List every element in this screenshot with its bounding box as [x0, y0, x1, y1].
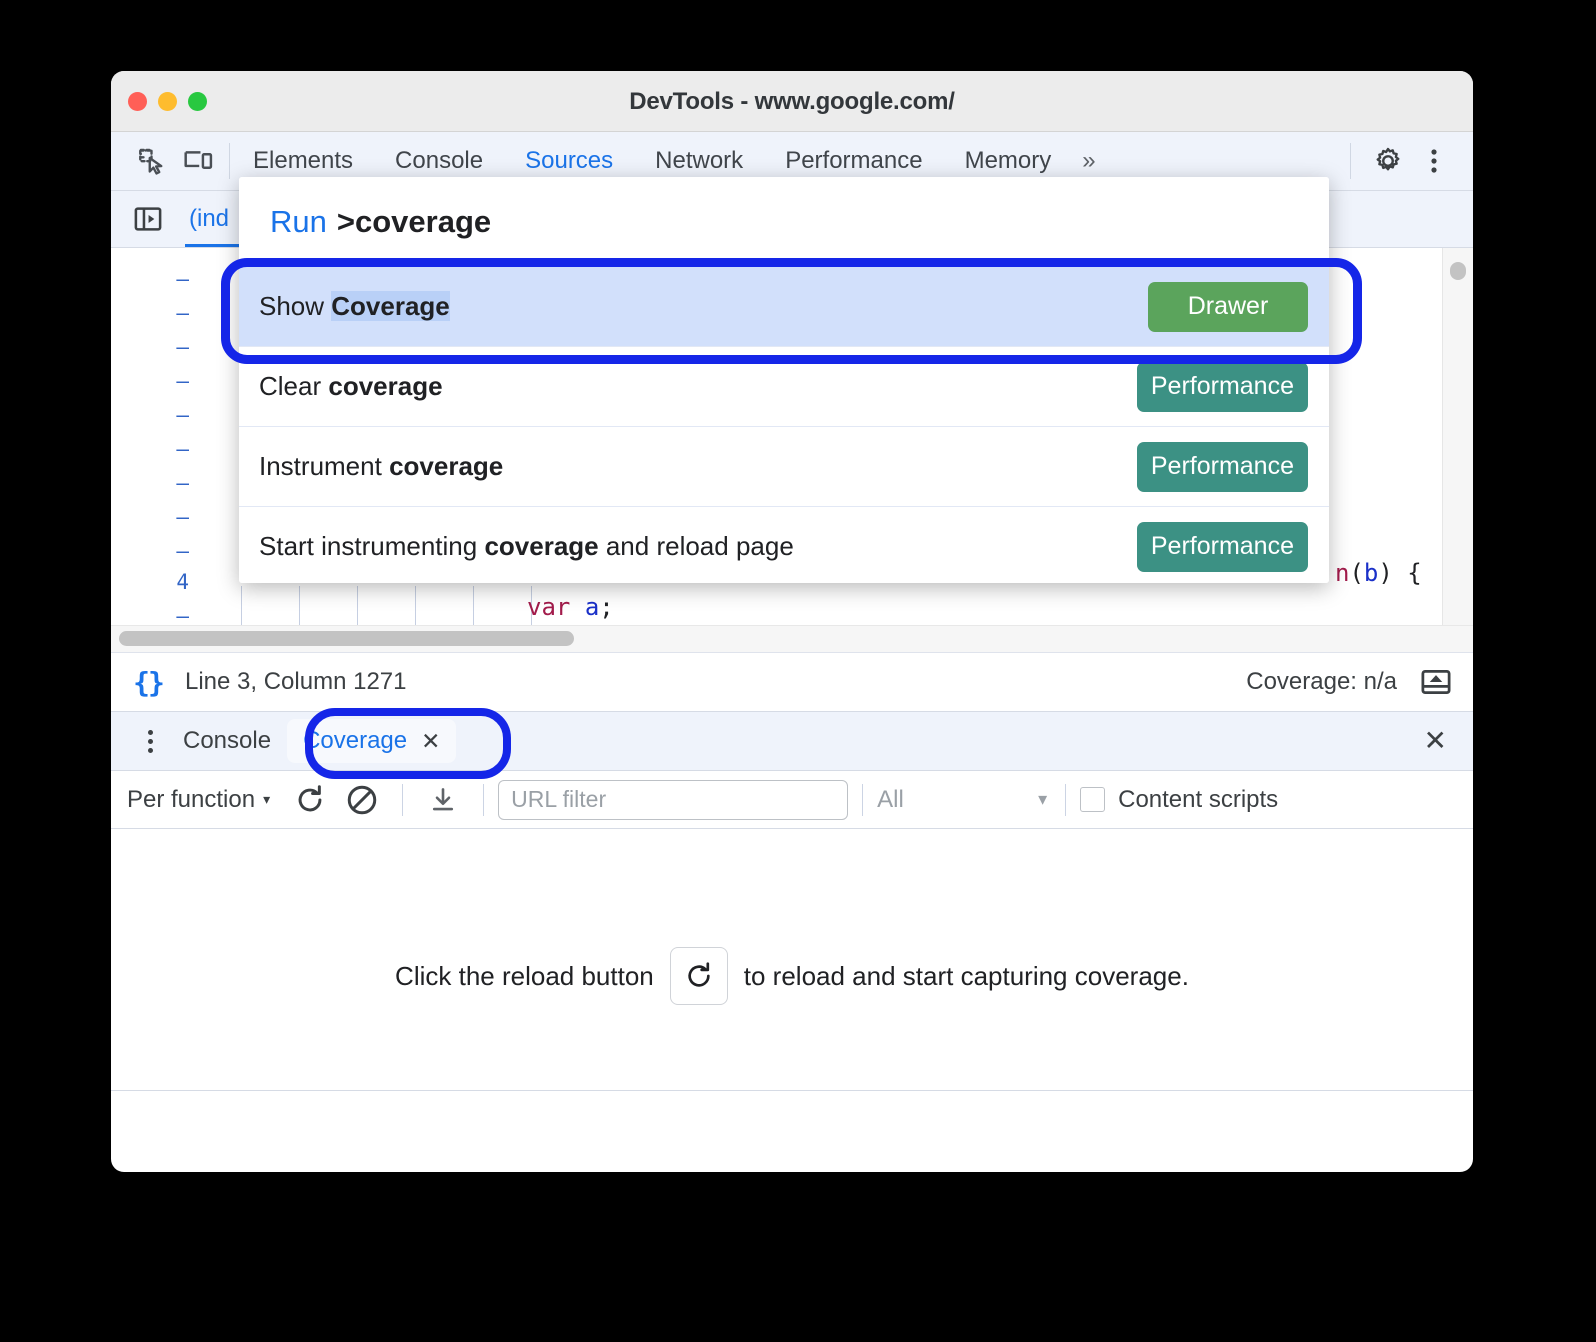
toolbar-divider: [229, 143, 230, 179]
more-options-icon[interactable]: [1411, 139, 1457, 183]
drawer-tab-coverage-label: Coverage: [303, 727, 408, 754]
command-row-highlight: coverage: [328, 371, 443, 401]
status-bar-right: Coverage: n/a: [1246, 667, 1473, 697]
indent-guide: [241, 586, 242, 625]
command-row-show-coverage[interactable]: Show Coverage Drawer: [239, 266, 1329, 346]
file-tab-index[interactable]: (ind: [185, 191, 276, 247]
coverage-type-filter-value: All: [877, 785, 904, 813]
command-row-badge: Performance: [1136, 441, 1308, 492]
more-tools-kebab-icon[interactable]: [133, 724, 167, 758]
gutter-line: –: [176, 471, 189, 495]
window-title: DevTools - www.google.com/: [629, 88, 955, 115]
drawer-tab-console[interactable]: Console: [167, 712, 287, 770]
command-run-palette[interactable]: Run >coverage Show Coverage Drawer Clear…: [239, 177, 1329, 583]
inspect-element-icon[interactable]: [129, 139, 175, 183]
pretty-print-braces-icon[interactable]: {}: [125, 666, 171, 699]
command-row-text-before: Instrument: [259, 451, 390, 481]
gutter-line: –: [176, 539, 189, 563]
gutter-line: –: [176, 505, 189, 529]
editor-status-bar: {} Line 3, Column 1271 Coverage: n/a: [111, 653, 1473, 712]
command-row-label: Start instrumenting coverage and reload …: [259, 531, 794, 562]
command-row-label: Show Coverage: [259, 291, 450, 322]
command-row-label: Instrument coverage: [259, 451, 503, 482]
editor-horizontal-scrollbar-thumb[interactable]: [119, 631, 574, 646]
gutter-line: –: [176, 437, 189, 461]
coverage-status-label: Coverage: n/a: [1246, 668, 1397, 695]
coverage-type-filter-select[interactable]: All ▾: [877, 786, 1051, 814]
coverage-reload-button[interactable]: [284, 778, 336, 822]
coverage-empty-state-message: Click the reload button to reload and st…: [111, 947, 1473, 1005]
gutter-line: –: [176, 267, 189, 291]
gutter-line: –: [176, 403, 189, 427]
command-row-text-before: Clear: [259, 371, 329, 401]
indent-guide: [415, 586, 416, 625]
content-scripts-label: Content scripts: [1118, 785, 1279, 813]
coverage-granularity-select[interactable]: Per function ▾: [127, 786, 270, 814]
content-scripts-checkbox-row[interactable]: Content scripts: [1080, 786, 1278, 814]
toolbar-divider: [862, 783, 864, 816]
command-row-start-instrumenting-coverage[interactable]: Start instrumenting coverage and reload …: [239, 506, 1329, 583]
command-row-clear-coverage[interactable]: Clear coverage Performance: [239, 346, 1329, 426]
chevron-down-icon: ▾: [1038, 789, 1048, 809]
code-line-function-signature: n(b) {: [1335, 559, 1422, 587]
command-palette-query: >coverage: [336, 203, 492, 239]
toolbar-divider: [1065, 783, 1067, 816]
editor-horizontal-scrollbar[interactable]: [111, 625, 1473, 653]
command-row-highlight: coverage: [484, 531, 599, 561]
code-line-var-a: var a;: [527, 593, 614, 621]
coverage-panel-body: Click the reload button to reload and st…: [111, 829, 1473, 1140]
devtools-left-icons: [111, 139, 227, 183]
show-drawer-icon[interactable]: [1419, 667, 1453, 697]
command-row-highlight: Coverage: [331, 291, 450, 321]
command-row-instrument-coverage[interactable]: Instrument coverage Performance: [239, 426, 1329, 506]
gutter-line: –: [176, 604, 189, 625]
command-row-text-after: and reload page: [598, 531, 794, 561]
drawer-tabbar: Console Coverage ✕ ✕: [111, 712, 1473, 771]
command-palette-prefix: Run: [270, 203, 327, 239]
settings-gear-icon[interactable]: [1365, 139, 1411, 183]
gutter-line: –: [176, 301, 189, 325]
screenshot-root: DevTools - www.google.com/ Elements Cons…: [0, 0, 1596, 1342]
gutter-line-4: 4: [176, 570, 189, 594]
command-row-text-before: Start instrumenting: [259, 531, 485, 561]
close-drawer-icon[interactable]: ✕: [1424, 727, 1473, 755]
coverage-export-icon[interactable]: [417, 778, 469, 822]
reload-icon: [669, 947, 728, 1005]
chevron-down-icon: ▾: [263, 791, 271, 807]
show-navigator-icon[interactable]: [125, 197, 171, 241]
drawer-tab-coverage[interactable]: Coverage ✕: [287, 719, 457, 763]
coverage-message-after: to reload and start capturing coverage.: [743, 960, 1189, 991]
coverage-toolbar: Per function ▾ URL filter All ▾ Content …: [111, 771, 1473, 829]
editor-vertical-scrollbar[interactable]: [1442, 248, 1473, 625]
coverage-message-before: Click the reload button: [395, 960, 654, 991]
close-coverage-tab-icon[interactable]: ✕: [421, 728, 440, 755]
editor-vertical-scrollbar-thumb[interactable]: [1450, 262, 1466, 280]
line-number-gutter: – – – – – – – – – 4 –: [111, 248, 205, 625]
command-row-highlight: coverage: [389, 451, 504, 481]
toolbar-divider-right: [1350, 143, 1351, 179]
command-row-label: Clear coverage: [259, 371, 443, 402]
coverage-granularity-value: Per function: [127, 785, 256, 813]
indent-guide: [299, 586, 300, 625]
gutter-line: –: [176, 335, 189, 359]
content-scripts-checkbox[interactable]: [1080, 787, 1106, 812]
url-filter-input[interactable]: URL filter: [498, 779, 849, 820]
toolbar-divider: [483, 783, 485, 816]
url-filter-placeholder: URL filter: [511, 786, 607, 812]
coverage-footer-divider: [111, 1090, 1473, 1091]
indent-guide: [357, 586, 358, 625]
cursor-position-label: Line 3, Column 1271: [185, 668, 407, 695]
command-row-badge: Drawer: [1148, 281, 1308, 332]
devtools-right-icons: [1348, 132, 1473, 190]
command-row-badge: Performance: [1136, 521, 1308, 572]
command-row-badge: Performance: [1136, 361, 1308, 412]
gutter-line: –: [176, 369, 189, 393]
command-palette-query-row[interactable]: Run >coverage: [239, 177, 1329, 266]
coverage-clear-button[interactable]: [336, 778, 388, 822]
command-row-text-before: Show: [259, 291, 332, 321]
device-toolbar-icon[interactable]: [175, 139, 221, 183]
toolbar-divider: [402, 783, 404, 816]
window-titlebar: DevTools - www.google.com/: [111, 71, 1473, 132]
indent-guide: [473, 586, 474, 625]
